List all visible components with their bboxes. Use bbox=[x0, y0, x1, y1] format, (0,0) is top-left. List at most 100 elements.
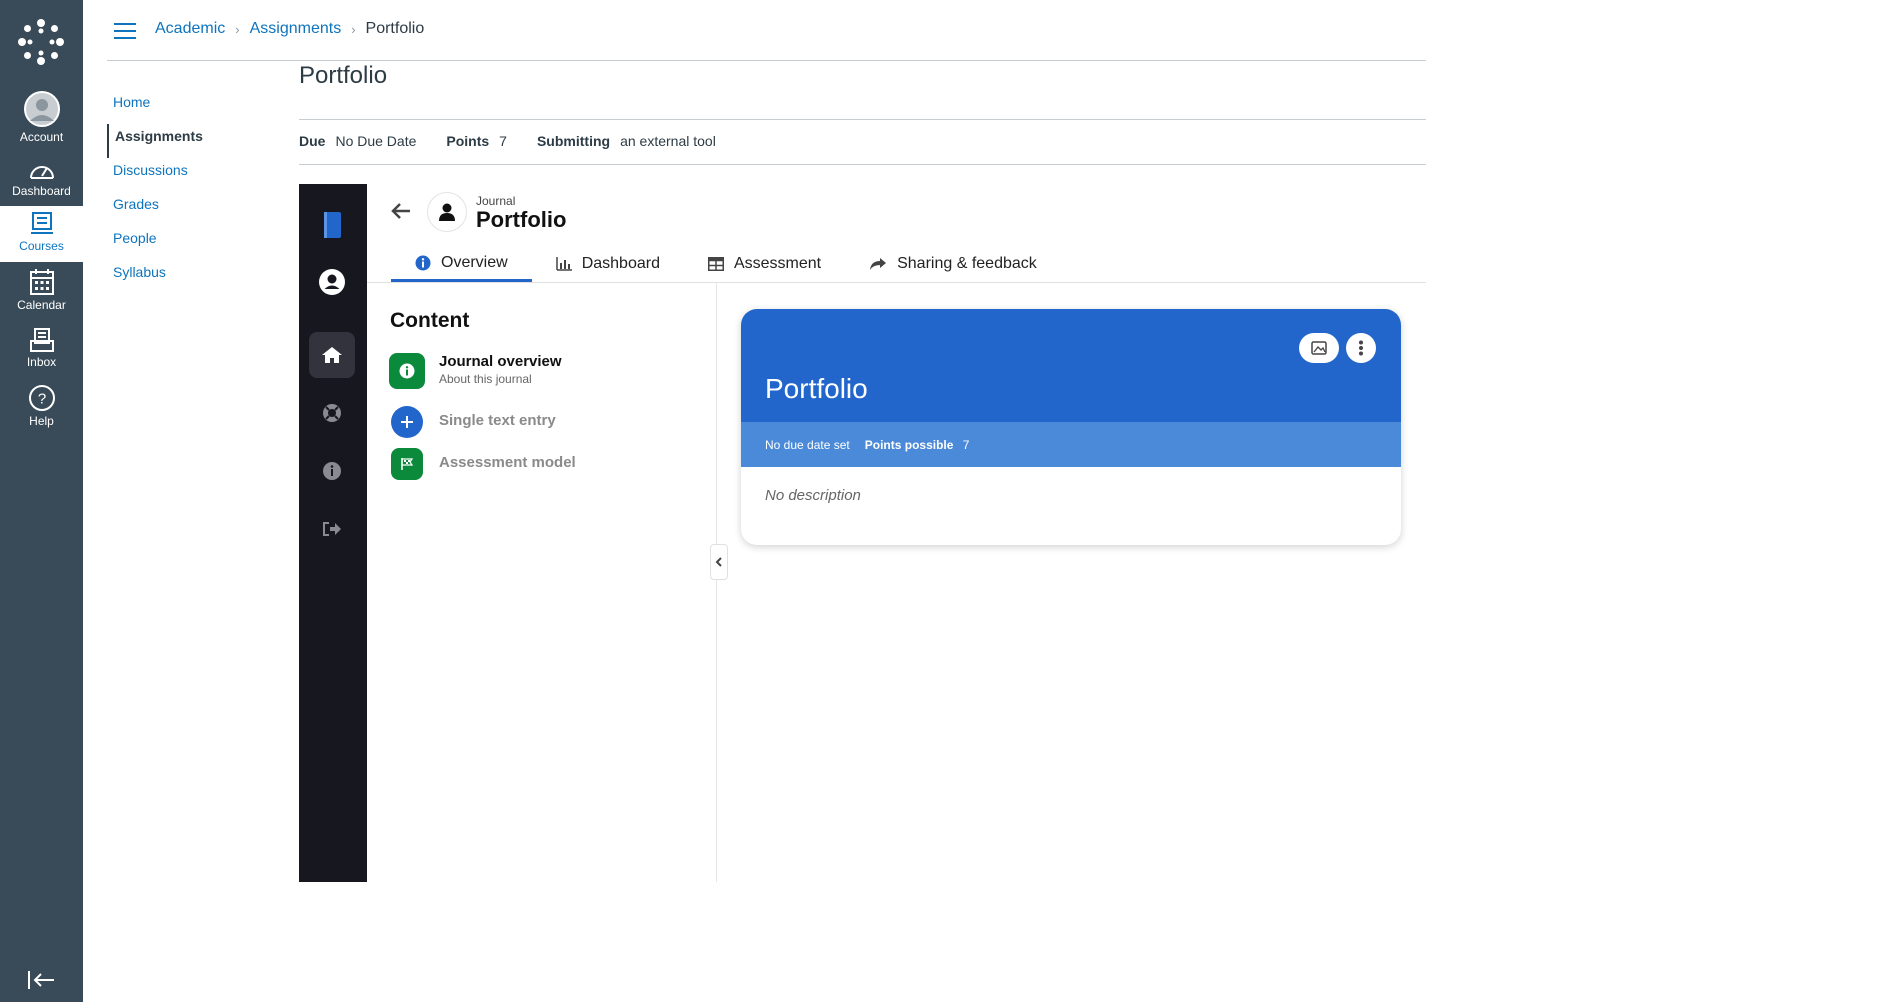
content-item-title: Single text entry bbox=[439, 412, 556, 429]
tab-assessment[interactable]: Assessment bbox=[684, 246, 845, 282]
svg-text:?: ? bbox=[37, 391, 45, 408]
hamburger-menu-icon[interactable] bbox=[114, 22, 136, 40]
card-header: Portfolio bbox=[741, 309, 1401, 422]
due-value: No Due Date bbox=[335, 133, 417, 149]
tab-label: Sharing & feedback bbox=[897, 255, 1037, 272]
content-item-single-text-entry[interactable]: Single text entry bbox=[389, 404, 556, 440]
global-nav-calendar[interactable]: Calendar bbox=[0, 268, 83, 312]
assignment-details: Due No Due Date Points 7 Submitting an e… bbox=[299, 133, 716, 149]
course-nav-grades[interactable]: Grades bbox=[107, 192, 277, 226]
global-nav-inbox[interactable]: Inbox bbox=[0, 327, 83, 369]
global-nav-account[interactable]: Account bbox=[0, 90, 83, 144]
global-nav-courses[interactable]: Courses bbox=[0, 206, 83, 262]
content-title: Content bbox=[390, 309, 470, 332]
card-title: Portfolio bbox=[765, 373, 868, 404]
card-due: No due date set bbox=[765, 437, 850, 452]
content-item-title: Journal overview bbox=[439, 353, 562, 370]
global-nav-label: Account bbox=[19, 130, 64, 144]
help-icon: ? bbox=[28, 385, 55, 411]
tab-label: Dashboard bbox=[581, 255, 660, 272]
card-more-button[interactable] bbox=[1346, 333, 1376, 363]
canvas-logo-icon[interactable] bbox=[17, 18, 65, 66]
card-image-button[interactable] bbox=[1299, 333, 1339, 363]
rail-support-button[interactable] bbox=[309, 390, 355, 436]
points-value: 7 bbox=[499, 133, 507, 149]
info-icon bbox=[399, 363, 415, 379]
course-nav-people[interactable]: People bbox=[107, 226, 277, 260]
course-nav-discussions[interactable]: Discussions bbox=[107, 158, 277, 192]
content-item-badge bbox=[391, 406, 423, 438]
global-nav-label: Inbox bbox=[26, 355, 57, 369]
content-item-title: Assessment model bbox=[439, 454, 576, 471]
rail-info-button[interactable] bbox=[309, 448, 355, 494]
image-icon bbox=[1311, 341, 1327, 355]
journal-label: Journal bbox=[476, 194, 516, 208]
flag-icon bbox=[401, 458, 414, 470]
card-description: No description bbox=[765, 487, 861, 504]
lifebuoy-icon bbox=[323, 404, 341, 422]
details-divider bbox=[299, 164, 1426, 165]
dashboard-icon bbox=[29, 166, 54, 179]
global-nav-label: Courses bbox=[19, 239, 64, 253]
breadcrumb-current: Portfolio bbox=[365, 20, 425, 37]
collapse-panel-button[interactable] bbox=[710, 544, 728, 580]
book-icon bbox=[324, 212, 341, 238]
collapse-nav-icon[interactable] bbox=[26, 968, 56, 992]
due-label: Due bbox=[299, 133, 326, 149]
submitting-value: an external tool bbox=[620, 133, 716, 149]
tab-overview[interactable]: Overview bbox=[391, 246, 532, 282]
tab-label: Assessment bbox=[733, 255, 822, 272]
courses-icon bbox=[30, 212, 53, 234]
share-icon bbox=[870, 258, 887, 270]
account-icon bbox=[23, 91, 60, 127]
sign-out-icon bbox=[323, 522, 341, 536]
table-icon bbox=[707, 257, 724, 271]
points-label: Points bbox=[446, 133, 490, 149]
inbox-icon bbox=[29, 328, 54, 352]
content-item-badge bbox=[391, 448, 423, 480]
tab-dashboard[interactable]: Dashboard bbox=[532, 246, 684, 282]
course-nav: Home Assignments Discussions Grades Peop… bbox=[107, 90, 277, 294]
breadcrumb-separator-icon: › bbox=[235, 21, 240, 37]
user-icon bbox=[439, 203, 455, 221]
course-nav-assignments[interactable]: Assignments bbox=[107, 124, 277, 158]
back-arrow-icon[interactable] bbox=[389, 199, 413, 223]
rail-exit-button[interactable] bbox=[309, 506, 355, 552]
tool-side-rail bbox=[299, 184, 367, 882]
tool-tabs: Overview Dashboard Assessment Sharing & … bbox=[391, 246, 1061, 282]
tab-label: Overview bbox=[441, 253, 508, 271]
global-nav-dashboard[interactable]: Dashboard bbox=[0, 160, 83, 198]
global-nav-label: Help bbox=[29, 414, 54, 428]
card-points-label: Points possible bbox=[864, 437, 954, 452]
submitting-label: Submitting bbox=[536, 133, 611, 149]
course-nav-syllabus[interactable]: Syllabus bbox=[107, 260, 277, 294]
breadcrumb-course-link[interactable]: Academic bbox=[155, 20, 225, 38]
global-nav-help[interactable]: ? Help bbox=[0, 384, 83, 428]
rail-journal-button[interactable] bbox=[309, 202, 355, 248]
card-meta-bar: No due date set Points possible 7 bbox=[741, 422, 1401, 467]
more-vertical-icon bbox=[1359, 340, 1363, 356]
global-nav-label: Dashboard bbox=[12, 184, 71, 198]
breadcrumb-assignments-link[interactable]: Assignments bbox=[250, 20, 342, 38]
rail-profile-button[interactable] bbox=[309, 259, 355, 305]
chevron-left-icon bbox=[715, 557, 722, 567]
external-tool-frame: Journal Portfolio Overview Dashboard Ass… bbox=[299, 184, 1426, 882]
tab-sharing-feedback[interactable]: Sharing & feedback bbox=[845, 246, 1061, 282]
user-circle-icon bbox=[319, 269, 345, 295]
breadcrumb-separator-icon: › bbox=[351, 21, 356, 37]
calendar-icon bbox=[29, 269, 54, 295]
content-item-assessment-model[interactable]: Assessment model bbox=[389, 446, 576, 482]
global-nav: Account Dashboard Courses Calendar Inbox… bbox=[0, 0, 83, 1002]
info-icon bbox=[415, 255, 431, 270]
journal-avatar bbox=[427, 192, 467, 232]
content-item-subtitle: About this journal bbox=[439, 372, 532, 386]
global-nav-label: Calendar bbox=[17, 298, 66, 312]
content-panel: Content Journal overview About this jour… bbox=[367, 283, 717, 882]
journal-title: Portfolio bbox=[476, 207, 567, 232]
info-icon bbox=[323, 462, 341, 480]
bar-chart-icon bbox=[555, 257, 572, 271]
course-nav-home[interactable]: Home bbox=[107, 90, 277, 124]
content-item-journal-overview[interactable]: Journal overview About this journal bbox=[389, 353, 562, 389]
title-divider bbox=[299, 119, 1426, 120]
rail-home-button[interactable] bbox=[309, 332, 355, 378]
